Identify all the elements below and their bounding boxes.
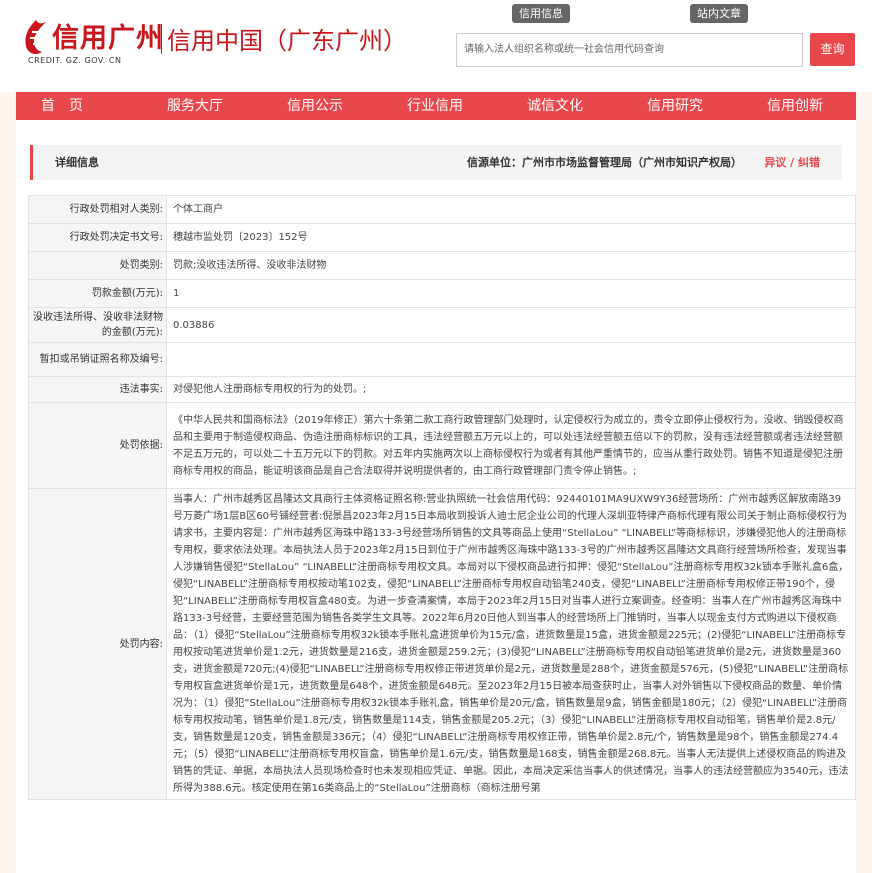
search-input[interactable]: 请输入法人组织名称或统一社会信用代码查询	[456, 33, 803, 67]
field-label: 罚款金额(万元):	[28, 279, 167, 308]
nav-credit-publicity[interactable]: 信用公示	[265, 92, 365, 120]
field-value: 0.03886	[166, 307, 856, 343]
main-nav: 首 页 服务大厅 信用公示 行业信用 诚信文化 信用研究 信用创新	[16, 92, 856, 120]
search-button[interactable]: 查询	[810, 33, 855, 66]
nav-credit-research[interactable]: 信用研究	[625, 92, 725, 120]
table-row: 行政处罚决定书文号: 穗越市监处罚〔2023〕152号	[28, 223, 856, 252]
table-row: 违法事实: 对侵犯他人注册商标专用权的行为的处罚。;	[28, 376, 856, 403]
field-value: 个体工商户	[166, 195, 856, 224]
table-row: 处罚依据: 《中华人民共和国商标法》（2019年修正）第六十条第二款工商行政管理…	[28, 402, 856, 489]
field-value: 当事人：广州市越秀区昌隆达文具商行主体资格证照名称:营业执照统一社会信用代码：9…	[166, 488, 856, 800]
site-title: 信用中国（广东广州）	[167, 27, 407, 55]
field-label: 行政处罚决定书文号:	[28, 223, 167, 252]
field-value: 穗越市监处罚〔2023〕152号	[166, 223, 856, 252]
penalty-detail-table: 行政处罚相对人类别: 个体工商户 行政处罚决定书文号: 穗越市监处罚〔2023〕…	[28, 195, 856, 800]
nav-service-hall[interactable]: 服务大厅	[145, 92, 245, 120]
field-label: 没收违法所得、没收非法财物的金额(万元):	[28, 307, 167, 343]
top-header: 信用广州 CREDIT. GZ. GOV. CN 信用中国（广东广州） 信用信息…	[0, 0, 872, 92]
field-value: 1	[166, 279, 856, 308]
credit-info-link[interactable]: 信用信息	[512, 4, 570, 23]
field-value: 《中华人民共和国商标法》（2019年修正）第六十条第二款工商行政管理部门处理时，…	[166, 402, 856, 489]
field-label: 行政处罚相对人类别:	[28, 195, 167, 224]
field-value: 对侵犯他人注册商标专用权的行为的处罚。;	[166, 376, 856, 403]
table-row: 没收违法所得、没收非法财物的金额(万元): 0.03886	[28, 307, 856, 343]
field-label: 违法事实:	[28, 376, 167, 403]
nav-credit-innovation[interactable]: 信用创新	[745, 92, 845, 120]
field-label: 处罚依据:	[28, 402, 167, 489]
nav-integrity-culture[interactable]: 诚信文化	[505, 92, 605, 120]
logo-divider	[161, 24, 162, 54]
nav-industry-credit[interactable]: 行业信用	[385, 92, 485, 120]
credit-logo-icon	[25, 20, 46, 54]
detail-title: 详细信息	[55, 156, 99, 169]
field-label: 处罚类别:	[28, 251, 167, 280]
field-value: 罚款;没收违法所得、没收非法财物	[166, 251, 856, 280]
logo-text[interactable]: 信用广州	[52, 22, 164, 56]
source-unit: 信源单位：广州市市场监督管理局（广州市知识产权局）	[467, 156, 742, 169]
field-label: 暂扣或吊销证照名称及编号:	[28, 342, 167, 377]
objection-link[interactable]: 异议 / 纠错	[764, 145, 820, 180]
field-label: 处罚内容:	[28, 488, 167, 800]
table-row: 处罚类别: 罚款;没收违法所得、没收非法财物	[28, 251, 856, 280]
table-row: 罚款金额(万元): 1	[28, 279, 856, 308]
site-article-link[interactable]: 站内文章	[690, 4, 748, 23]
field-value	[166, 342, 856, 377]
table-row: 暂扣或吊销证照名称及编号:	[28, 342, 856, 377]
table-row: 行政处罚相对人类别: 个体工商户	[28, 195, 856, 224]
nav-home[interactable]: 首 页	[12, 92, 112, 120]
logo-subtitle: CREDIT. GZ. GOV. CN	[28, 56, 122, 65]
table-row: 处罚内容: 当事人：广州市越秀区昌隆达文具商行主体资格证照名称:营业执照统一社会…	[28, 488, 856, 800]
detail-header: 详细信息 信源单位：广州市市场监督管理局（广州市知识产权局） 异议 / 纠错	[30, 145, 842, 180]
